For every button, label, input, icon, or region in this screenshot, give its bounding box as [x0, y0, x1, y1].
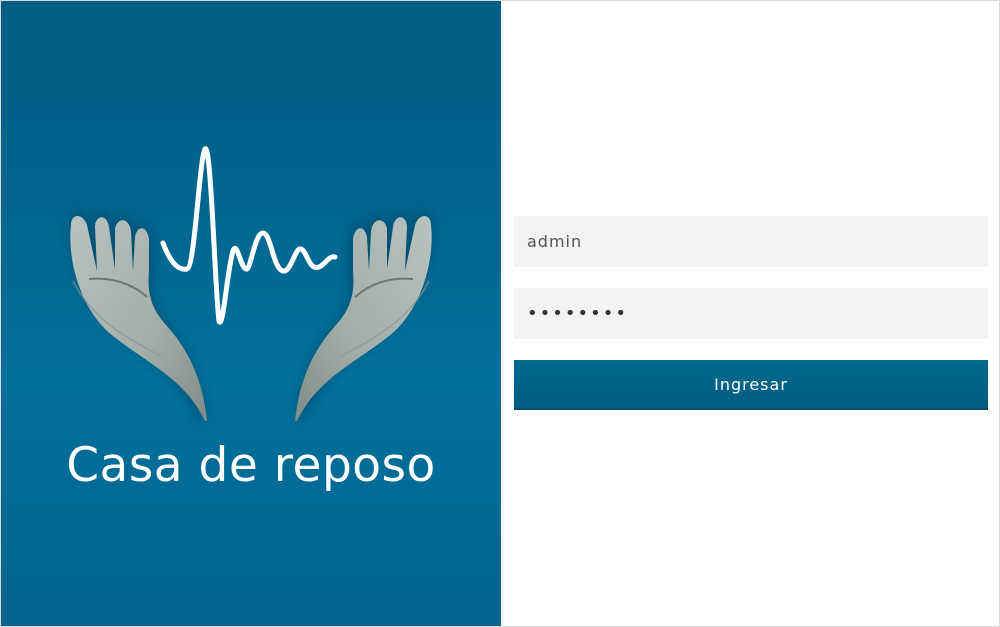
username-input[interactable]	[514, 216, 988, 267]
password-input[interactable]	[514, 288, 988, 339]
brand-name: Casa de reposo	[66, 438, 436, 493]
login-button[interactable]: Ingresar	[514, 360, 988, 410]
login-form: Ingresar	[501, 1, 999, 626]
hands-heartbeat-icon	[70, 146, 432, 421]
brand-panel: Casa de reposo	[1, 1, 501, 626]
login-page: Casa de reposo Ingresar	[0, 0, 1000, 627]
